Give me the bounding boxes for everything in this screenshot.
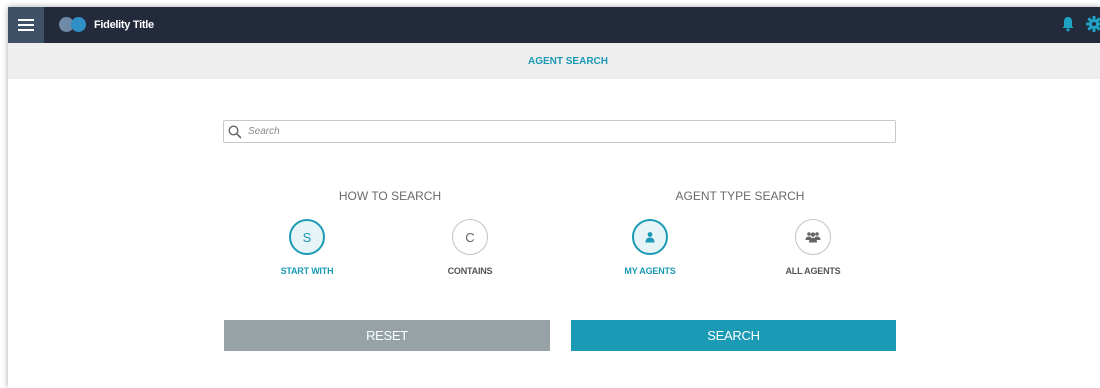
option-label: START WITH (280, 266, 334, 276)
option-label: ALL AGENTS (785, 266, 841, 276)
toggle-icon[interactable] (59, 17, 87, 32)
top-bar: Fidelity Title (8, 7, 1100, 43)
search-icon (228, 125, 242, 139)
reset-button[interactable]: RESET (224, 320, 550, 351)
agent-type-search-title: AGENT TYPE SEARCH (675, 189, 805, 203)
app-title: Fidelity Title (94, 19, 154, 31)
contains-icon: C (452, 219, 488, 255)
option-start-with[interactable]: S START WITH (257, 219, 357, 276)
app-window: Fidelity Title AGENT SEARCH HOW TO SEARC… (8, 7, 1100, 388)
search-input[interactable] (248, 124, 888, 139)
option-label: MY AGENTS (624, 266, 676, 276)
person-icon (632, 219, 668, 255)
option-my-agents[interactable]: MY AGENTS (600, 219, 700, 276)
option-all-agents[interactable]: ALL AGENTS (763, 219, 863, 276)
start-with-icon: S (289, 219, 325, 255)
search-field[interactable] (223, 120, 896, 143)
hamburger-menu-icon[interactable] (8, 7, 44, 43)
search-button[interactable]: SEARCH (571, 320, 896, 351)
page-title: AGENT SEARCH (527, 56, 608, 67)
group-icon (795, 219, 831, 255)
option-label: CONTAINS (447, 266, 493, 276)
bell-icon[interactable] (1061, 16, 1075, 32)
page-header: AGENT SEARCH (8, 43, 1100, 79)
how-to-search-title: HOW TO SEARCH (338, 189, 442, 203)
gear-icon[interactable] (1086, 16, 1100, 32)
option-contains[interactable]: C CONTAINS (420, 219, 520, 276)
